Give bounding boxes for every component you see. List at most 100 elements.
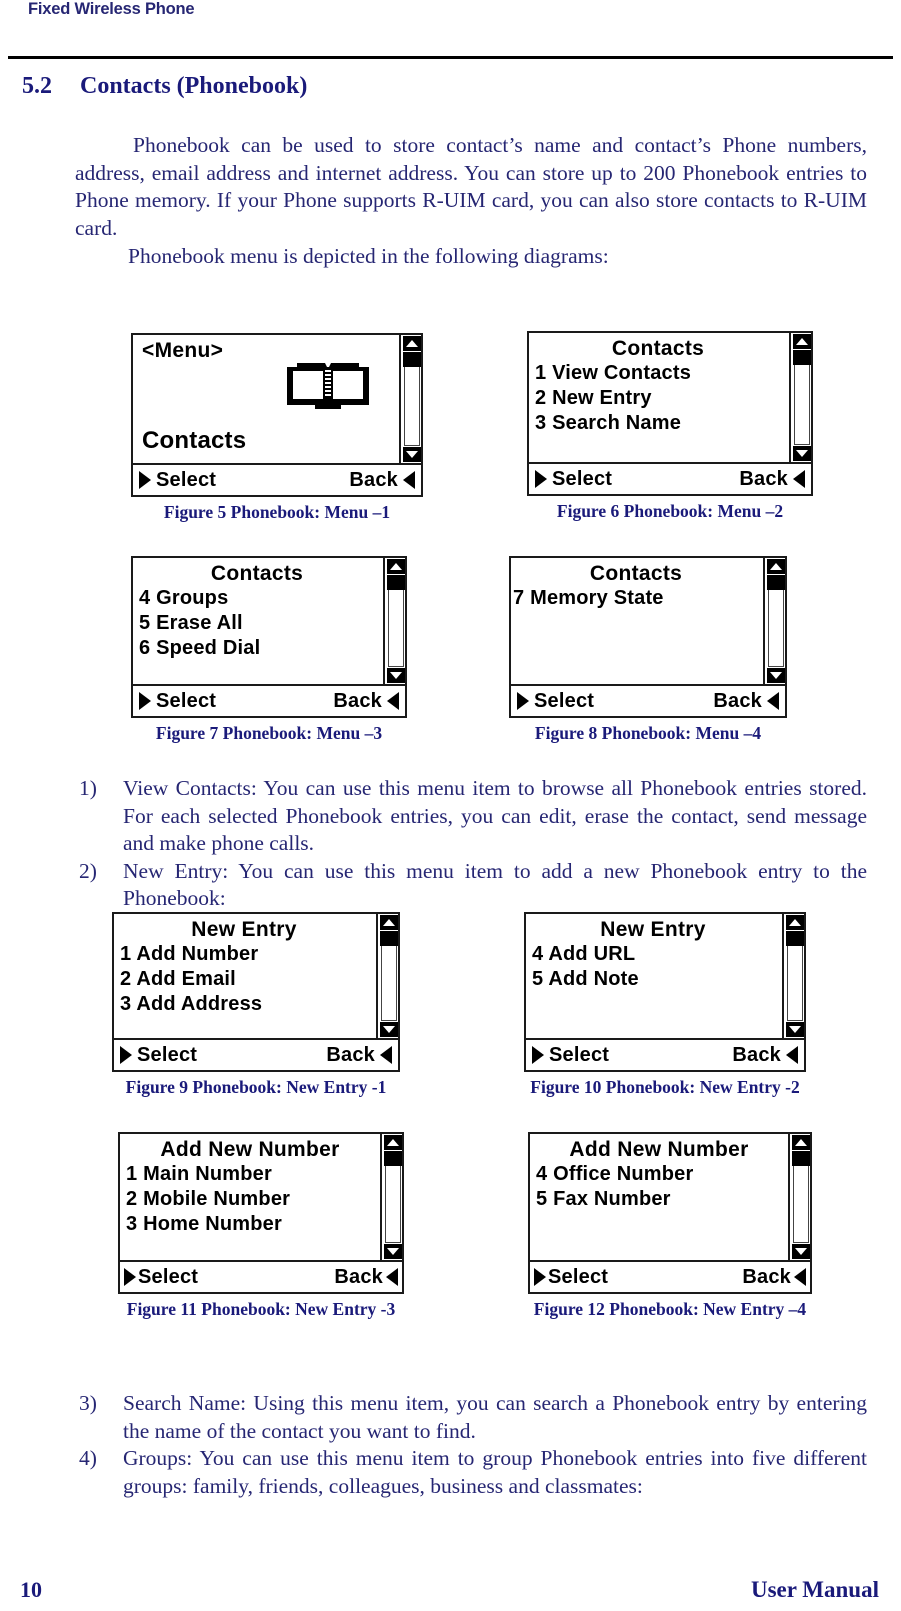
scroll-down-arrow-icon[interactable]: [786, 1022, 804, 1037]
lcd-menu-item[interactable]: 4 Office Number: [536, 1162, 810, 1187]
lcd-menu-item[interactable]: 1 View Contacts: [535, 361, 811, 386]
lcd-scrollbar[interactable]: [383, 558, 405, 684]
lcd-menu-item[interactable]: 4 Groups: [139, 586, 405, 611]
scrollbar-thumb[interactable]: [387, 575, 405, 590]
softkey-back[interactable]: Back: [713, 690, 779, 713]
softkey-select-label: Select: [552, 467, 613, 490]
softkey-bar: Select Back: [133, 465, 421, 495]
open-book-icon: [285, 357, 371, 413]
scroll-down-arrow-icon[interactable]: [384, 1244, 402, 1259]
triangle-right-icon: [139, 692, 151, 710]
softkey-select[interactable]: Select: [120, 1044, 197, 1067]
lcd-menu-item[interactable]: 3 Home Number: [126, 1212, 402, 1237]
numbered-list-bottom: 3) Search Name: Using this menu item, yo…: [75, 1390, 867, 1500]
softkey-back[interactable]: Back: [334, 1266, 398, 1289]
scrollbar-thumb[interactable]: [792, 1151, 810, 1166]
list-marker: 1): [79, 776, 97, 800]
lcd-display-area: Contacts 1 View Contacts 2 New Entry 3 S…: [529, 333, 811, 464]
scroll-up-arrow-icon[interactable]: [380, 915, 398, 930]
lcd-menu-item[interactable]: 2 Mobile Number: [126, 1187, 402, 1212]
softkey-back-label: Back: [333, 689, 382, 712]
lcd-display-area: New Entry 1 Add Number 2 Add Email 3 Add…: [114, 914, 398, 1040]
scroll-up-arrow-icon[interactable]: [792, 1135, 810, 1150]
softkey-back[interactable]: Back: [349, 469, 415, 492]
lcd-scrollbar[interactable]: [782, 914, 804, 1038]
lcd-menu-item[interactable]: 6 Speed Dial: [139, 636, 405, 661]
lcd-menu-item[interactable]: 2 Add Email: [120, 967, 398, 992]
scrollbar-thumb[interactable]: [403, 352, 421, 367]
triangle-right-icon: [532, 1046, 544, 1064]
lcd-display-area: Contacts 7 Memory State: [511, 558, 785, 686]
lcd-menu-item[interactable]: 1 Main Number: [126, 1162, 402, 1187]
section-number: 5.2: [22, 73, 52, 99]
softkey-back[interactable]: Back: [326, 1044, 392, 1067]
scrollbar-thumb[interactable]: [384, 1151, 402, 1166]
list-item: 3) Search Name: Using this menu item, yo…: [75, 1390, 867, 1445]
softkey-select[interactable]: Select: [517, 690, 594, 713]
header-title: Fixed Wireless Phone: [28, 0, 195, 18]
scroll-up-arrow-icon[interactable]: [384, 1135, 402, 1150]
lcd-scrollbar[interactable]: [399, 335, 421, 463]
lcd-menu-item[interactable]: 4 Add URL: [532, 942, 804, 967]
lcd-title: New Entry: [600, 918, 706, 941]
scrollbar-thumb[interactable]: [767, 575, 785, 590]
scroll-up-arrow-icon[interactable]: [793, 334, 811, 349]
softkey-select[interactable]: Select: [535, 468, 612, 491]
figure-caption: Figure 8 Phonebook: Menu –4: [534, 723, 762, 743]
page-header: Fixed Wireless Phone: [0, 0, 901, 60]
lcd-menu-item[interactable]: 1 Add Number: [120, 942, 398, 967]
scroll-down-arrow-icon[interactable]: [793, 446, 811, 461]
triangle-left-icon: [786, 1046, 798, 1064]
lcd-title: Contacts: [210, 562, 304, 585]
scroll-down-arrow-icon[interactable]: [792, 1244, 810, 1259]
lcd-menu-item[interactable]: 3 Search Name: [535, 411, 811, 436]
figure-caption: Figure 7 Phonebook: Menu –3: [155, 723, 383, 743]
lcd-menu-list: 4 Add URL 5 Add Note: [526, 942, 804, 992]
scroll-up-arrow-icon[interactable]: [403, 336, 421, 351]
scroll-down-arrow-icon[interactable]: [380, 1022, 398, 1037]
scroll-up-arrow-icon[interactable]: [387, 559, 405, 574]
lcd-menu-item[interactable]: 5 Erase All: [139, 611, 405, 636]
list-marker: 2): [79, 858, 97, 883]
lcd-menu-item[interactable]: 3 Add Address: [120, 992, 398, 1017]
triangle-right-icon: [139, 471, 151, 489]
lcd-scrollbar[interactable]: [763, 558, 785, 684]
lcd-scrollbar[interactable]: [788, 1134, 810, 1260]
lcd-menu-item[interactable]: 5 Add Note: [532, 967, 804, 992]
softkey-select-label: Select: [138, 1265, 199, 1288]
softkey-select[interactable]: Select: [139, 690, 216, 713]
softkey-back[interactable]: Back: [333, 690, 399, 713]
triangle-left-icon: [380, 1046, 392, 1064]
lcd-menu-item[interactable]: 2 New Entry: [535, 386, 811, 411]
list-item-text: View Contacts: You can use this menu ite…: [123, 776, 867, 855]
figure-caption: Figure 9 Phonebook: New Entry -1: [125, 1077, 387, 1097]
softkey-back[interactable]: Back: [742, 1266, 806, 1289]
scroll-down-arrow-icon[interactable]: [767, 668, 785, 683]
softkey-back[interactable]: Back: [732, 1044, 798, 1067]
lcd-menu-list: 4 Office Number 5 Fax Number: [530, 1162, 810, 1212]
scrollbar-thumb[interactable]: [793, 350, 811, 365]
lcd-menu-item[interactable]: 5 Fax Number: [536, 1187, 810, 1212]
scrollbar-thumb[interactable]: [380, 931, 398, 946]
scrollbar-thumb[interactable]: [786, 931, 804, 946]
scroll-down-arrow-icon[interactable]: [387, 668, 405, 683]
scroll-up-arrow-icon[interactable]: [786, 915, 804, 930]
figure-caption: Figure 11 Phonebook: New Entry -3: [126, 1299, 396, 1319]
scroll-down-arrow-icon[interactable]: [403, 447, 421, 462]
softkey-select[interactable]: Select: [139, 469, 216, 492]
lcd-menu-item[interactable]: 7 Memory State: [513, 586, 785, 611]
figure-caption: Figure 12 Phonebook: New Entry –4: [533, 1299, 807, 1319]
softkey-select-label: Select: [548, 1265, 609, 1288]
lcd-title: Add New Number: [569, 1138, 749, 1161]
phone-screen-figure-6: Contacts 1 View Contacts 2 New Entry 3 S…: [527, 331, 813, 496]
lcd-menu-label: Contacts: [142, 427, 247, 454]
lcd-scrollbar[interactable]: [789, 333, 811, 462]
scroll-up-arrow-icon[interactable]: [767, 559, 785, 574]
softkey-select[interactable]: Select: [534, 1266, 608, 1289]
softkey-select[interactable]: Select: [532, 1044, 609, 1067]
lcd-scrollbar[interactable]: [380, 1134, 402, 1260]
softkey-select[interactable]: Select: [124, 1266, 198, 1289]
lcd-scrollbar[interactable]: [376, 914, 398, 1038]
softkey-back[interactable]: Back: [739, 468, 805, 491]
list-item: 2) New Entry: You can use this menu item…: [75, 858, 867, 913]
